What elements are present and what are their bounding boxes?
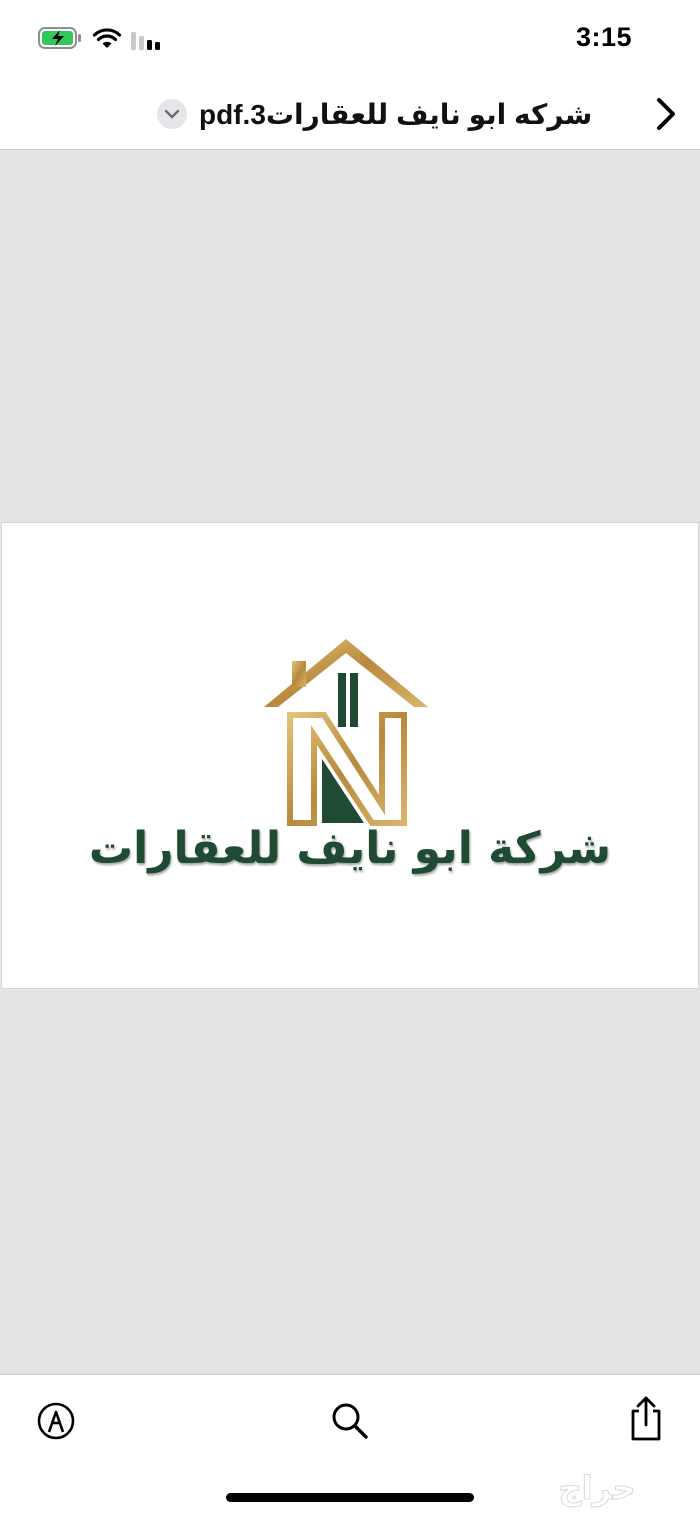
search-icon[interactable] xyxy=(330,1401,370,1441)
document-title: pdf.شركه ابو نايف للعقارات3 xyxy=(199,98,593,130)
pdf-page: شركة ابو نايف للعقارات xyxy=(2,523,698,988)
markup-pen-icon[interactable] xyxy=(36,1401,76,1441)
navigation-bar: pdf.شركه ابو نايف للعقارات3 xyxy=(0,78,700,150)
haraj-watermark-logo: حراج xyxy=(558,1469,636,1508)
chevron-right-icon[interactable] xyxy=(654,96,678,132)
status-bar: 3:15 xyxy=(0,0,700,78)
wifi-icon xyxy=(92,28,122,48)
share-icon[interactable] xyxy=(626,1395,666,1443)
logo-company-name: شركة ابو نايف للعقارات xyxy=(88,823,612,874)
svg-text:حراج: حراج xyxy=(559,1469,636,1507)
bottom-toolbar: حراج xyxy=(0,1374,700,1515)
chevron-down-icon[interactable] xyxy=(157,99,187,129)
cellular-signal-icon xyxy=(131,32,160,50)
house-n-logo-icon xyxy=(264,639,428,826)
home-indicator[interactable] xyxy=(226,1493,474,1502)
document-title-menu[interactable]: pdf.شركه ابو نايف للعقارات3 xyxy=(157,94,592,134)
clock: 3:15 xyxy=(575,22,632,52)
battery-charging-icon xyxy=(38,27,81,49)
